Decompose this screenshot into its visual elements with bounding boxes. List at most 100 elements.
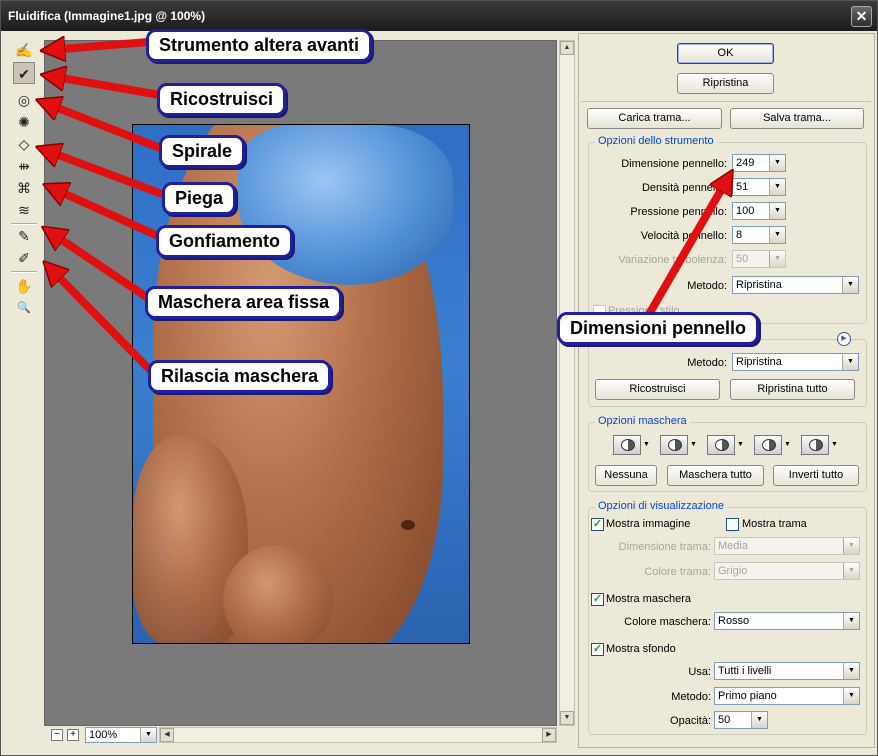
- scroll-left-icon[interactable]: ◀: [160, 728, 174, 742]
- mesh-color-select[interactable]: Grigio ▼: [714, 562, 860, 580]
- thaw-mask-tool-icon[interactable]: ✐: [13, 247, 35, 269]
- show-backdrop-checkbox[interactable]: ✓: [591, 643, 604, 656]
- vertical-scrollbar[interactable]: ▲ ▼: [559, 40, 575, 726]
- show-mask-label: Mostra maschera: [606, 593, 691, 605]
- chevron-down-icon: ▼: [842, 277, 858, 293]
- brush-size-value: 249: [736, 157, 755, 169]
- tool-bar: ✍ ✔ ◎ ✺ ◇ ⇻ ⌘ ≋ ✎ ✐ ✋ 🔍: [5, 35, 41, 750]
- scroll-down-icon[interactable]: ▼: [560, 711, 574, 725]
- mask-intersect-button[interactable]: [754, 435, 782, 455]
- twirl-tool-icon[interactable]: ◎: [13, 89, 35, 111]
- callout-forward-warp: Strumento altera avanti: [146, 29, 373, 62]
- reconstruct-tool-icon[interactable]: ✔: [13, 62, 35, 84]
- mesh-size-select[interactable]: Media ▼: [714, 537, 860, 555]
- mask-color-label: Colore maschera:: [624, 616, 711, 628]
- reconstruct-mode-select[interactable]: Ripristina ▼: [732, 353, 859, 371]
- use-value: Tutti i livelli: [718, 665, 772, 677]
- tool-mode-select[interactable]: Ripristina ▼: [732, 276, 859, 294]
- scroll-right-icon[interactable]: ▶: [542, 728, 556, 742]
- tool-options-title: Opzioni dello strumento: [595, 135, 717, 147]
- mesh-size-value: Media: [718, 540, 748, 552]
- turbulent-jitter-field[interactable]: 50 ▼: [732, 250, 786, 268]
- chevron-down-icon: ▼: [140, 728, 156, 742]
- mask-add-icon: [668, 439, 682, 451]
- pucker-tool-icon[interactable]: ✺: [13, 111, 35, 133]
- close-button[interactable]: ✕: [851, 6, 872, 27]
- turbulent-jitter-label: Variazione turbolenza:: [618, 254, 727, 266]
- callout-bloat: Gonfiamento: [156, 225, 293, 258]
- brush-rate-field[interactable]: 8 ▼: [732, 226, 786, 244]
- scroll-up-icon[interactable]: ▲: [560, 41, 574, 55]
- save-mesh-button[interactable]: Salva trama...: [730, 108, 864, 129]
- mask-all-button[interactable]: Maschera tutto: [667, 465, 764, 486]
- callout-twirl: Spirale: [159, 135, 246, 168]
- opacity-field[interactable]: 50 ▼: [714, 711, 768, 729]
- chevron-down-icon[interactable]: ▼: [831, 441, 838, 448]
- brush-pressure-label: Pressione pennello:: [630, 206, 727, 218]
- show-image-label: Mostra immagine: [606, 518, 691, 530]
- show-image-checkbox[interactable]: ✓: [591, 518, 604, 531]
- zoom-tool-icon[interactable]: 🔍: [13, 297, 35, 319]
- push-left-tool-icon[interactable]: ⇻: [13, 155, 35, 177]
- callout-fold: Piega: [162, 182, 237, 215]
- chevron-down-icon: ▼: [769, 227, 785, 243]
- chevron-down-icon: ▼: [769, 179, 785, 195]
- reset-button[interactable]: Ripristina: [677, 73, 774, 94]
- brush-size-label: Dimensione pennello:: [621, 158, 727, 170]
- ok-button[interactable]: OK: [677, 43, 774, 64]
- tool-mode-label: Metodo:: [687, 280, 727, 292]
- bloat-tool-icon[interactable]: ◇: [13, 133, 35, 155]
- brush-pressure-field[interactable]: 100 ▼: [732, 202, 786, 220]
- freeze-mask-tool-icon[interactable]: ✎: [13, 225, 35, 247]
- brush-rate-label: Velocità pennello:: [640, 230, 727, 242]
- mask-subtract-button[interactable]: [707, 435, 735, 455]
- hand-tool-icon[interactable]: ✋: [13, 275, 35, 297]
- restore-all-button[interactable]: Ripristina tutto: [730, 379, 855, 400]
- brush-size-field[interactable]: 249 ▼: [732, 154, 786, 172]
- horizontal-scrollbar[interactable]: ◀ ▶: [159, 727, 557, 743]
- window-title: Fluidifica (Immagine1.jpg @ 100%): [8, 9, 206, 23]
- backdrop-mode-select[interactable]: Primo piano ▼: [714, 687, 860, 705]
- divider: [581, 101, 871, 102]
- turbulence-tool-icon[interactable]: ≋: [13, 199, 35, 221]
- zoom-select[interactable]: 100% ▼: [85, 727, 157, 743]
- mask-color-select[interactable]: Rosso ▼: [714, 612, 860, 630]
- turbulent-jitter-value: 50: [736, 253, 749, 265]
- mask-none-button[interactable]: Nessuna: [595, 465, 657, 486]
- brush-density-label: Densità pennello:: [641, 182, 727, 194]
- use-select[interactable]: Tutti i livelli ▼: [714, 662, 860, 680]
- chevron-down-icon[interactable]: ▼: [690, 441, 697, 448]
- expand-options-icon[interactable]: ▶: [837, 332, 851, 346]
- reconstruct-mode-label: Metodo:: [687, 357, 727, 369]
- mask-replace-button[interactable]: [613, 435, 641, 455]
- callout-freeze-mask: Maschera area fissa: [145, 286, 343, 319]
- chevron-down-icon[interactable]: ▼: [643, 441, 650, 448]
- brush-density-value: 51: [736, 181, 749, 193]
- chevron-down-icon[interactable]: ▼: [737, 441, 744, 448]
- callout-reconstruct: Ricostruisci: [157, 83, 287, 116]
- reconstruct-mode-value: Ripristina: [736, 356, 782, 368]
- zoom-in-button[interactable]: +: [67, 729, 79, 741]
- mask-invert-button[interactable]: [801, 435, 829, 455]
- show-mesh-checkbox[interactable]: [726, 518, 739, 531]
- mesh-color-label: Colore trama:: [644, 566, 711, 578]
- mirror-tool-icon[interactable]: ⌘: [13, 177, 35, 199]
- load-mesh-button[interactable]: Carica trama...: [587, 108, 722, 129]
- invert-all-button[interactable]: Inverti tutto: [773, 465, 859, 486]
- liquify-dialog: Fluidifica (Immagine1.jpg @ 100%) ✕ ✍ ✔ …: [0, 0, 878, 756]
- callout-brush-size: Dimensioni pennello: [557, 312, 760, 345]
- brush-density-field[interactable]: 51 ▼: [732, 178, 786, 196]
- mask-add-button[interactable]: [660, 435, 688, 455]
- tool-mode-value: Ripristina: [736, 279, 782, 291]
- brush-pressure-value: 100: [736, 205, 755, 217]
- mesh-color-value: Grigio: [718, 565, 748, 577]
- zoom-out-button[interactable]: −: [51, 729, 63, 741]
- reconstruct-button[interactable]: Ricostruisci: [595, 379, 720, 400]
- mask-color-value: Rosso: [718, 615, 750, 627]
- backdrop-mode-value: Primo piano: [718, 690, 777, 702]
- chevron-down-icon[interactable]: ▼: [784, 441, 791, 448]
- zoom-value: 100%: [89, 729, 118, 741]
- show-mask-checkbox[interactable]: ✓: [591, 593, 604, 606]
- chevron-down-icon: ▼: [843, 688, 859, 704]
- forward-warp-tool-icon[interactable]: ✍: [13, 39, 35, 61]
